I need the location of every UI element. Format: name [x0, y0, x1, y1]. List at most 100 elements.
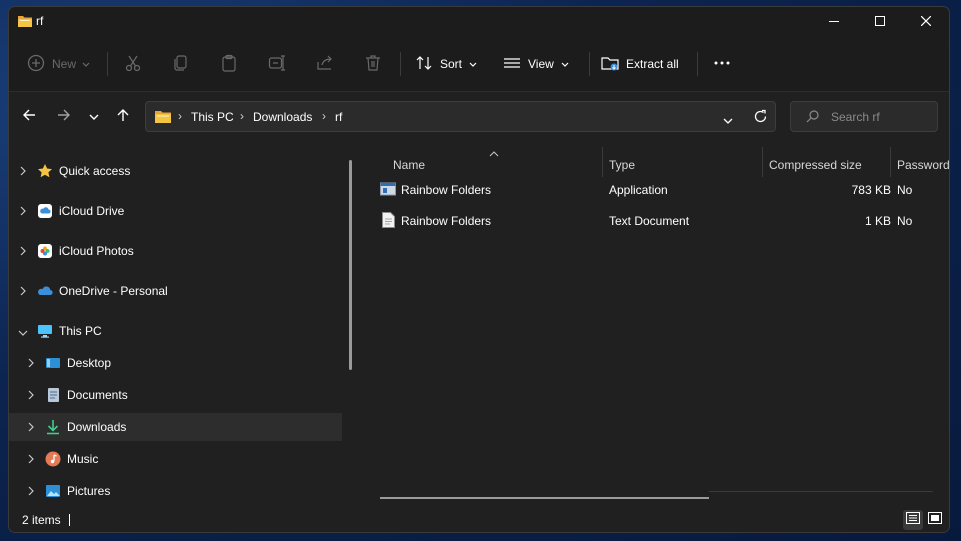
arrow-up-icon — [116, 108, 130, 127]
address-bar[interactable]: › This PC › Downloads › rf — [145, 101, 776, 132]
nav-item-this-pc[interactable]: This PC — [9, 317, 342, 345]
sort-label: Sort — [440, 57, 463, 71]
chevron-right-icon[interactable] — [27, 389, 35, 403]
nav-item-music[interactable]: Music — [9, 445, 342, 473]
back-button[interactable] — [15, 103, 43, 131]
nav-item-icloud-drive[interactable]: iCloud Drive — [9, 197, 342, 225]
status-bar: 2 items — [9, 507, 949, 532]
address-dropdown-chevron-icon[interactable] — [723, 112, 733, 130]
command-bar: New Sort View Extract all — [9, 37, 949, 92]
delete-button[interactable] — [364, 49, 382, 79]
nav-item-onedrive[interactable]: OneDrive - Personal — [9, 277, 342, 305]
file-password: No — [897, 214, 913, 228]
minimize-button[interactable] — [811, 7, 857, 37]
pictures-icon — [45, 483, 61, 499]
close-button[interactable] — [903, 7, 949, 37]
separator — [400, 52, 401, 76]
breadcrumb-separator: › — [240, 109, 244, 123]
separator — [697, 52, 698, 76]
download-arrow-icon — [45, 419, 61, 435]
separator — [589, 52, 590, 76]
breadcrumb-downloads[interactable]: Downloads — [253, 110, 312, 124]
paste-button[interactable] — [220, 49, 238, 79]
column-divider[interactable] — [602, 147, 603, 177]
column-header-compressed-size[interactable]: Compressed size — [769, 158, 862, 172]
recent-locations-button[interactable] — [80, 103, 108, 131]
chevron-right-icon[interactable] — [19, 165, 27, 179]
breadcrumb-rf[interactable]: rf — [335, 110, 342, 124]
column-header-password[interactable]: Password — [897, 158, 949, 172]
horizontal-scrollbar-track — [709, 491, 933, 492]
nav-item-pictures[interactable]: Pictures — [9, 477, 342, 505]
up-button[interactable] — [109, 103, 137, 131]
details-view-button[interactable] — [903, 510, 923, 530]
copy-button[interactable] — [172, 49, 190, 79]
more-options-button[interactable] — [713, 49, 731, 79]
extract-all-button[interactable]: Extract all — [601, 49, 679, 79]
folder-icon — [17, 14, 33, 33]
maximize-button[interactable] — [857, 7, 903, 37]
chevron-down-icon — [469, 57, 477, 71]
navigation-scrollbar[interactable] — [349, 160, 352, 370]
cut-button[interactable] — [124, 49, 142, 79]
breadcrumb-this-pc[interactable]: This PC — [191, 110, 234, 124]
navigation-pane: Quick access iCloud Drive iCloud Photos … — [9, 147, 349, 507]
nav-item-label: iCloud Photos — [59, 244, 134, 258]
file-type: Application — [609, 183, 668, 197]
forward-button[interactable] — [50, 103, 78, 131]
copy-icon — [172, 54, 190, 75]
chevron-right-icon[interactable] — [27, 485, 35, 499]
view-button[interactable]: View — [503, 49, 569, 79]
window-title: rf — [36, 14, 44, 28]
horizontal-scrollbar-thumb[interactable] — [380, 497, 709, 499]
nav-item-desktop[interactable]: Desktop — [9, 349, 342, 377]
chevron-right-icon[interactable] — [19, 245, 27, 259]
nav-item-documents[interactable]: Documents — [9, 381, 342, 409]
share-button[interactable] — [316, 49, 334, 79]
chevron-right-icon[interactable] — [27, 421, 35, 435]
column-header-name[interactable]: Name — [393, 158, 425, 172]
more-icon — [713, 54, 731, 75]
chevron-down-icon[interactable] — [18, 326, 28, 340]
sort-button[interactable]: Sort — [415, 49, 477, 79]
file-row[interactable]: Rainbow Folders Application 783 KB No — [373, 176, 949, 204]
tiles-view-icon — [928, 511, 942, 529]
file-password: No — [897, 183, 913, 197]
column-header-type[interactable]: Type — [609, 158, 635, 172]
nav-item-icloud-photos[interactable]: iCloud Photos — [9, 237, 342, 265]
icloud-photos-icon — [37, 243, 53, 259]
clipboard-icon — [220, 54, 238, 75]
refresh-icon[interactable] — [753, 109, 768, 129]
nav-item-downloads[interactable]: Downloads — [9, 413, 342, 441]
file-size: 1 KB — [864, 214, 891, 228]
tiles-view-button[interactable] — [925, 510, 945, 530]
rename-button[interactable] — [268, 49, 286, 79]
nav-item-quick-access[interactable]: Quick access — [9, 157, 342, 185]
item-count: 2 items — [22, 513, 61, 527]
icloud-drive-icon — [37, 203, 53, 219]
chevron-right-icon[interactable] — [27, 357, 35, 371]
onedrive-cloud-icon — [37, 283, 53, 299]
extract-folder-icon — [601, 54, 619, 75]
folder-icon — [154, 109, 172, 129]
chevron-right-icon[interactable] — [19, 205, 27, 219]
chevron-right-icon[interactable] — [19, 285, 27, 299]
file-name: Rainbow Folders — [401, 214, 492, 228]
chevron-down-icon — [89, 108, 99, 126]
list-view-icon — [503, 54, 521, 75]
file-type: Text Document — [609, 214, 690, 228]
extract-all-label: Extract all — [626, 57, 679, 71]
file-row[interactable]: Rainbow Folders Text Document 1 KB No — [373, 207, 949, 235]
chevron-right-icon[interactable] — [27, 453, 35, 467]
nav-item-label: OneDrive - Personal — [59, 284, 168, 298]
new-button[interactable]: New — [27, 49, 90, 79]
sort-ascending-icon — [489, 144, 499, 162]
search-box[interactable]: Search rf — [790, 101, 938, 132]
nav-item-label: Documents — [67, 388, 128, 402]
column-divider[interactable] — [890, 147, 891, 177]
text-document-icon — [382, 212, 395, 231]
close-icon — [920, 13, 932, 31]
application-icon — [380, 182, 396, 199]
title-bar[interactable]: rf — [9, 7, 949, 37]
column-divider[interactable] — [762, 147, 763, 177]
